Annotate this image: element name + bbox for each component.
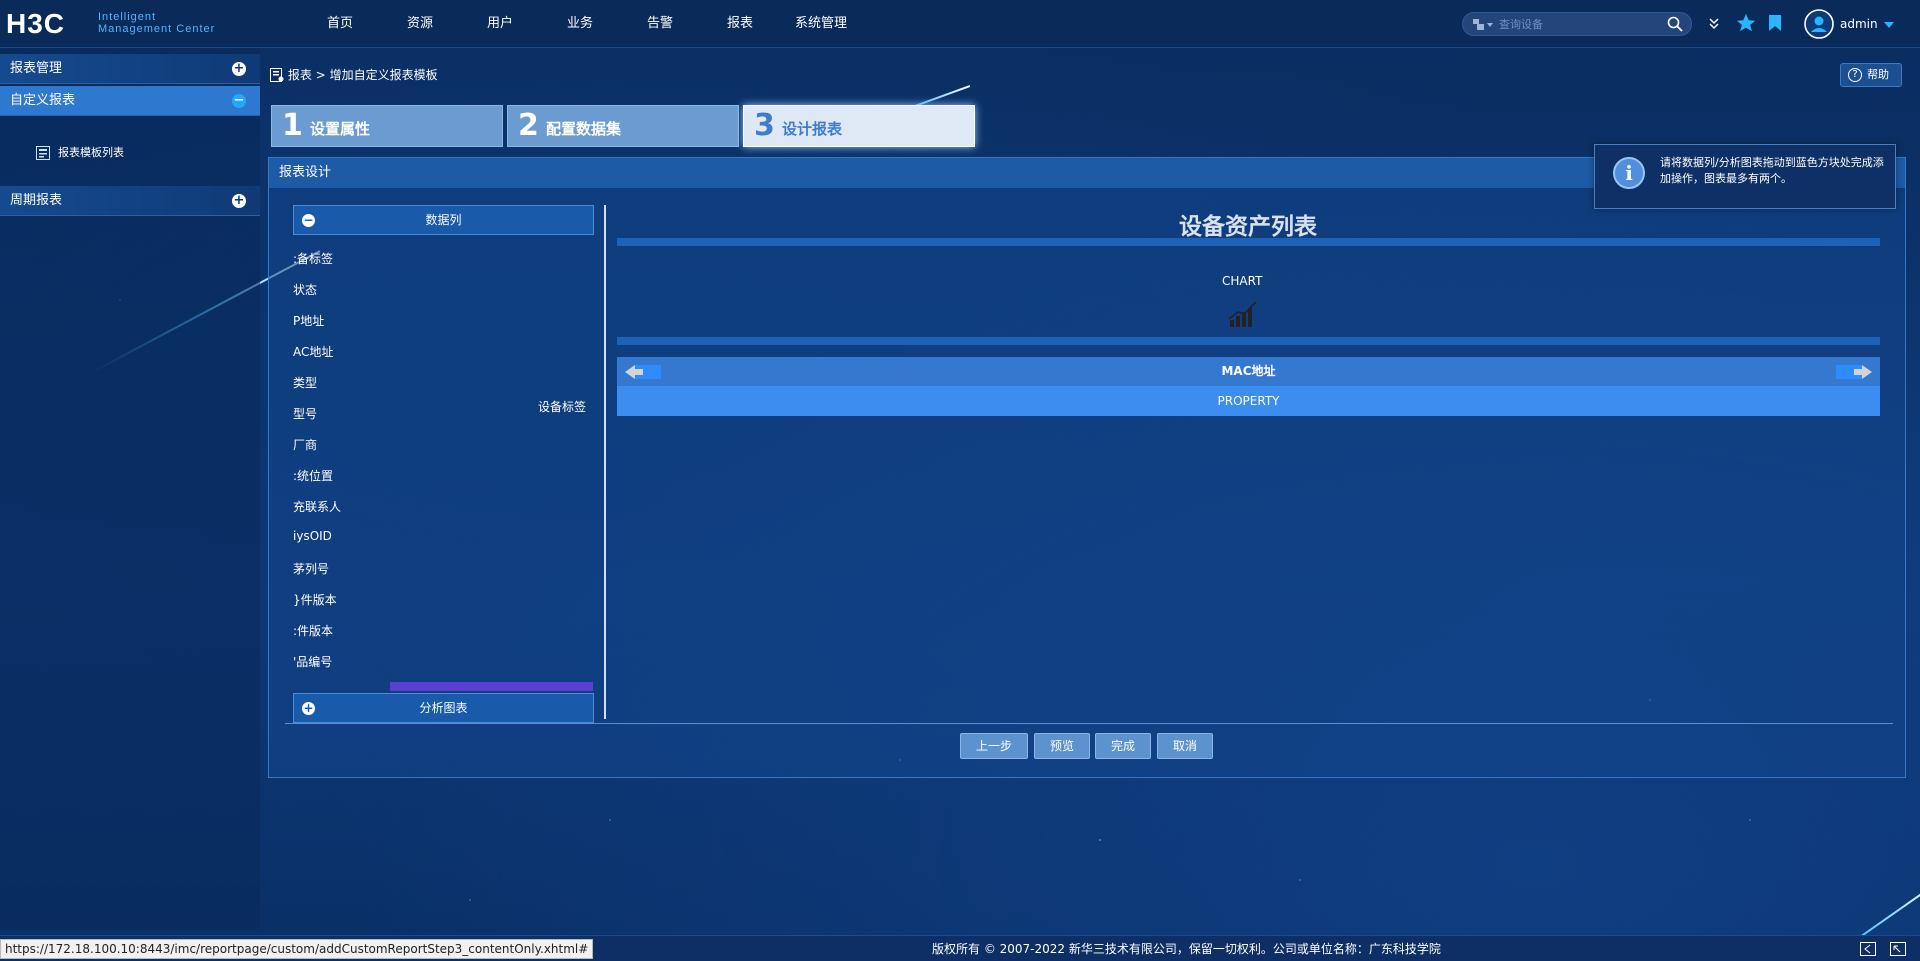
sidebar-item-label: 自定义报表 bbox=[10, 93, 76, 108]
breadcrumb: 报表 > 增加自定义报表模板 bbox=[270, 66, 438, 83]
breadcrumb-current: 增加自定义报表模板 bbox=[329, 68, 438, 82]
logo-subtitle: Intelligent Management Center bbox=[98, 11, 215, 35]
breadcrumb-separator: > bbox=[315, 68, 326, 82]
move-left-arrow-icon[interactable] bbox=[625, 365, 661, 379]
footer-divider bbox=[285, 723, 1893, 724]
info-icon: i bbox=[1613, 157, 1645, 189]
link-hover-url: https://172.18.100.10:8443/imc/reportpag… bbox=[0, 939, 594, 959]
step-number: 3 bbox=[754, 108, 775, 143]
sidebar-group-report-management[interactable]: 报表管理 + bbox=[0, 54, 260, 84]
favorite-star-icon[interactable] bbox=[1735, 12, 1757, 34]
expand-plus-icon[interactable]: + bbox=[232, 194, 246, 208]
data-column-title: 数据列 bbox=[425, 213, 462, 227]
user-name[interactable]: admin bbox=[1840, 0, 1880, 48]
data-column-header[interactable]: − 数据列 bbox=[293, 205, 594, 235]
nav-resource[interactable]: 资源 bbox=[396, 0, 444, 48]
step-label: 设计报表 bbox=[782, 120, 843, 138]
nav-report[interactable]: 报表 bbox=[716, 0, 764, 48]
data-column-pane: − 数据列 :备标签 状态 P地址 AC地址 类型 型号 厂商 :统位置 充联系… bbox=[293, 205, 595, 723]
user-menu-caret-icon[interactable] bbox=[1884, 22, 1894, 28]
collapse-minus-icon[interactable]: − bbox=[232, 94, 246, 108]
data-field-item[interactable]: :备标签 bbox=[293, 250, 333, 267]
data-field-item[interactable]: 茅列号 bbox=[293, 560, 329, 577]
expand-plus-icon[interactable]: + bbox=[302, 702, 315, 715]
template-list-icon bbox=[36, 146, 50, 160]
data-field-item[interactable]: iysOID bbox=[293, 529, 332, 543]
nav-system-management[interactable]: 系统管理 bbox=[790, 0, 852, 48]
chart-placeholder-icon[interactable] bbox=[1228, 300, 1258, 328]
analysis-chart-title: 分析图表 bbox=[419, 701, 468, 715]
nav-home[interactable]: 首页 bbox=[316, 0, 364, 48]
step-configure-dataset[interactable]: 2 配置数据集 bbox=[507, 105, 739, 147]
report-title[interactable]: 设备资产列表 bbox=[1110, 207, 1386, 241]
copyright-text: 版权所有 © 2007-2022 新华三技术有限公司，保留一切权利。公司或单位名… bbox=[932, 942, 1441, 956]
data-field-item[interactable]: P地址 bbox=[293, 312, 324, 329]
preview-button[interactable]: 预览 bbox=[1034, 733, 1090, 759]
data-field-item[interactable]: 型号 bbox=[293, 405, 317, 422]
search-icon[interactable] bbox=[1667, 16, 1683, 32]
step-label: 配置数据集 bbox=[546, 120, 622, 138]
data-field-item[interactable]: :统位置 bbox=[293, 467, 333, 484]
sidebar-item-custom-report[interactable]: 自定义报表 − bbox=[0, 86, 260, 116]
sidebar-group-label: 周期报表 bbox=[10, 193, 63, 208]
step-label: 设置属性 bbox=[310, 120, 371, 138]
sidebar-subitem-label: 报表模板列表 bbox=[58, 146, 124, 159]
collapse-minus-icon[interactable]: − bbox=[302, 214, 315, 227]
dragged-field-label: 设备标签 bbox=[538, 400, 587, 414]
help-label: 帮助 bbox=[1867, 68, 1889, 81]
search-input[interactable] bbox=[1499, 16, 1659, 32]
help-question-icon: ? bbox=[1848, 68, 1862, 82]
data-field-item[interactable]: :件版本 bbox=[293, 622, 333, 639]
data-field-item[interactable]: 类型 bbox=[293, 374, 317, 391]
data-field-item[interactable]: AC地址 bbox=[293, 343, 333, 360]
help-button[interactable]: ? 帮助 bbox=[1840, 63, 1902, 87]
bookmark-icon[interactable] bbox=[1768, 14, 1782, 32]
data-field-item[interactable]: 状态 bbox=[293, 281, 317, 298]
data-field-item[interactable]: '品编号 bbox=[293, 653, 332, 670]
data-field-item[interactable]: 充联系人 bbox=[293, 498, 341, 515]
step-design-report[interactable]: 3 设计报表 bbox=[743, 105, 975, 147]
table-property-row[interactable]: PROPERTY bbox=[617, 386, 1880, 416]
logo-subtitle-line1: Intelligent bbox=[98, 11, 157, 23]
nav-alarm[interactable]: 告警 bbox=[636, 0, 684, 48]
pane-divider[interactable] bbox=[604, 205, 606, 719]
sidebar-group-periodic-report[interactable]: 周期报表 + bbox=[0, 186, 260, 216]
move-right-arrow-icon[interactable] bbox=[1836, 365, 1872, 379]
prev-step-button[interactable]: 上一步 bbox=[960, 733, 1028, 759]
chart-placeholder-label: CHART bbox=[1222, 274, 1263, 288]
device-search-box bbox=[1462, 12, 1692, 36]
sidebar-subitem-template-list[interactable]: 报表模板列表 bbox=[36, 142, 124, 164]
nav-user[interactable]: 用户 bbox=[476, 0, 524, 48]
sidebar-group-label: 报表管理 bbox=[10, 61, 63, 76]
top-navigation-bar: H3C Intelligent Management Center 首页 资源 … bbox=[0, 0, 1920, 48]
h3c-logo[interactable]: H3C bbox=[6, 10, 65, 38]
user-avatar-icon[interactable] bbox=[1804, 9, 1834, 39]
horizontal-scrollbar[interactable] bbox=[390, 682, 593, 691]
step-number: 2 bbox=[518, 108, 539, 143]
collapse-panel-icon[interactable] bbox=[1860, 942, 1876, 956]
table-column-name: MAC地址 bbox=[1221, 364, 1276, 378]
drop-zone-bar[interactable] bbox=[617, 238, 1880, 246]
logo-subtitle-line2: Management Center bbox=[98, 23, 216, 35]
data-field-item[interactable]: }件版本 bbox=[293, 591, 337, 608]
cancel-button[interactable]: 取消 bbox=[1157, 733, 1213, 759]
hint-tooltip: i 请将数据列/分析图表拖动到蓝色方块处完成添加操作，图表最多有两个。 bbox=[1594, 144, 1896, 209]
expand-plus-icon[interactable]: + bbox=[232, 62, 246, 76]
hint-text: 请将数据列/分析图表拖动到蓝色方块处完成添加操作，图表最多有两个。 bbox=[1660, 156, 1884, 185]
chevron-double-down-icon[interactable] bbox=[1708, 17, 1720, 31]
data-field-item[interactable]: 厂商 bbox=[293, 436, 317, 453]
left-sidebar: 报表管理 + 自定义报表 − 报表模板列表 周期报表 + bbox=[0, 48, 260, 929]
finish-button[interactable]: 完成 bbox=[1095, 733, 1151, 759]
drop-zone-bar[interactable] bbox=[617, 337, 1880, 345]
breadcrumb-root[interactable]: 报表 bbox=[288, 68, 312, 82]
nav-service[interactable]: 业务 bbox=[556, 0, 604, 48]
step-set-properties[interactable]: 1 设置属性 bbox=[271, 105, 503, 147]
fullscreen-icon[interactable] bbox=[1890, 942, 1906, 956]
table-column-header[interactable]: MAC地址 bbox=[617, 357, 1880, 386]
analysis-chart-header[interactable]: + 分析图表 bbox=[293, 693, 594, 723]
device-type-dropdown-icon[interactable] bbox=[1473, 18, 1495, 32]
step-number: 1 bbox=[282, 108, 303, 143]
report-icon bbox=[270, 68, 284, 82]
